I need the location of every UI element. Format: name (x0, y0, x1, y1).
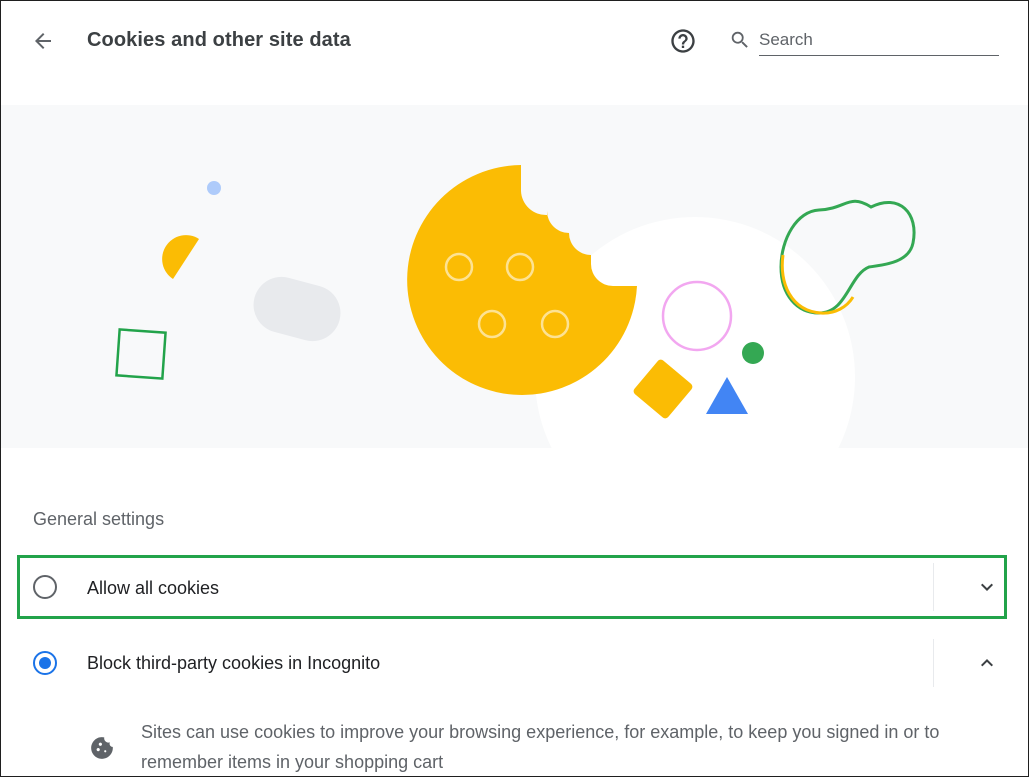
page-title: Cookies and other site data (87, 29, 351, 51)
page-header: Cookies and other site data (1, 1, 1028, 105)
radio-block-third-party-incognito[interactable] (33, 651, 57, 675)
arrow-back-icon (35, 33, 51, 49)
help-button[interactable] (665, 23, 701, 59)
yellow-halfmoon-shape (162, 235, 199, 279)
green-square-shape (115, 328, 167, 380)
settings-page: Cookies and other site data Search Gener… (0, 0, 1029, 777)
option-label: Allow all cookies (87, 578, 220, 598)
search-input[interactable] (759, 25, 999, 56)
back-button[interactable] (25, 23, 61, 59)
cookie-icon (89, 735, 115, 761)
option-allow-all-cookies[interactable]: Allow all cookies (17, 555, 1007, 619)
row-divider (933, 563, 934, 611)
collapse-button[interactable] (971, 647, 1003, 679)
illustration-graphic (115, 165, 916, 448)
row-divider (933, 639, 934, 687)
section-heading: General settings (33, 509, 165, 529)
chevron-down-icon (981, 583, 993, 591)
option-description: Sites can use cookies to improve your br… (141, 722, 940, 772)
search-box (727, 21, 1001, 59)
green-dot-shape (742, 342, 764, 364)
grey-pill-shape (253, 276, 341, 342)
option-block-third-party-incognito[interactable]: Block third-party cookies in Incognito (17, 631, 1007, 695)
cookies-illustration (1, 105, 1028, 448)
expand-button[interactable] (971, 571, 1003, 603)
chevron-up-icon (981, 659, 993, 667)
blue-dot-shape (207, 181, 221, 195)
help-circle-icon (671, 29, 695, 53)
search-icon (727, 27, 753, 53)
radio-allow-all-cookies[interactable] (33, 575, 57, 599)
option-label: Block third-party cookies in Incognito (87, 653, 381, 673)
